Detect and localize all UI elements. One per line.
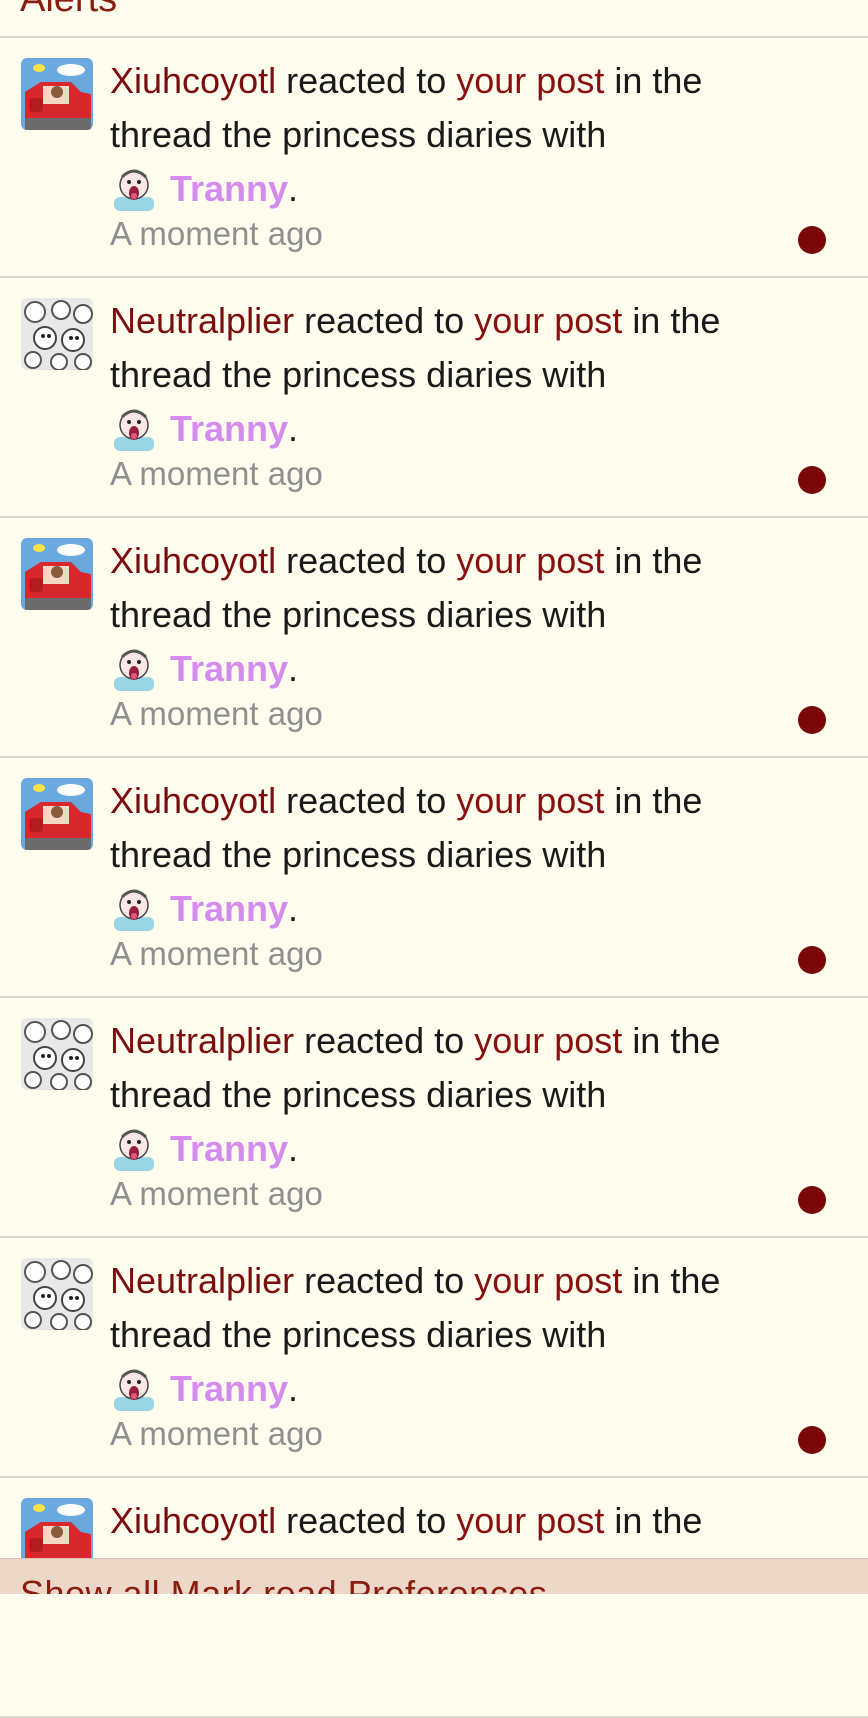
- reaction-label[interactable]: Tranny: [170, 882, 288, 936]
- reaction-line: Tranny.: [110, 1362, 810, 1416]
- alert-text: Xiuhcoyotl reacted to your post in the: [110, 1494, 810, 1548]
- post-link[interactable]: your post: [456, 60, 604, 101]
- alert-item[interactable]: Xiuhcoyotl reacted to your post in the th…: [0, 38, 868, 278]
- alert-item[interactable]: Neutralplier reacted to your post in the…: [0, 1238, 868, 1478]
- thread-text: thread the princess diaries with: [110, 354, 607, 395]
- alert-text: Neutralplier reacted to your post in the…: [110, 1014, 810, 1216]
- alert-text: Xiuhcoyotl reacted to your post in the th…: [110, 534, 810, 736]
- mid-text: in the: [614, 1500, 703, 1541]
- unread-indicator[interactable]: [798, 706, 826, 734]
- unread-indicator[interactable]: [798, 466, 826, 494]
- action-text: reacted to: [304, 1260, 465, 1301]
- action-text: reacted to: [286, 1500, 447, 1541]
- reaction-face-icon: [114, 169, 154, 211]
- avatar[interactable]: [21, 1018, 93, 1090]
- alert-list: Xiuhcoyotl reacted to your post in the th…: [0, 38, 868, 1718]
- post-link[interactable]: your post: [474, 300, 622, 341]
- username-link[interactable]: Neutralplier: [110, 1260, 294, 1301]
- post-link[interactable]: your post: [456, 540, 604, 581]
- mid-text: in the: [632, 300, 721, 341]
- reaction-line: Tranny.: [110, 642, 810, 696]
- thread-text: thread the princess diaries with: [110, 594, 607, 635]
- action-text: reacted to: [304, 1020, 465, 1061]
- thread-text: thread the princess diaries with: [110, 1314, 607, 1355]
- reaction-line: Tranny.: [110, 162, 810, 216]
- alerts-footer: Show all Mark read Preferences: [0, 1558, 868, 1594]
- mid-text: in the: [632, 1260, 721, 1301]
- timestamp: A moment ago: [110, 695, 323, 732]
- reaction-face-icon: [114, 889, 154, 931]
- mid-text: in the: [614, 780, 703, 821]
- post-link[interactable]: your post: [474, 1260, 622, 1301]
- avatar[interactable]: [21, 1258, 93, 1330]
- mid-text: in the: [614, 60, 703, 101]
- reaction-face-icon: [114, 1129, 154, 1171]
- post-link[interactable]: your post: [474, 1020, 622, 1061]
- thread-text: thread the princess diaries with: [110, 1074, 607, 1115]
- alert-text: Neutralplier reacted to your post in the…: [110, 1254, 810, 1456]
- timestamp: A moment ago: [110, 935, 323, 972]
- avatar[interactable]: [21, 298, 93, 370]
- thread-text: thread the princess diaries with: [110, 114, 607, 155]
- username-link[interactable]: Neutralplier: [110, 1020, 294, 1061]
- post-link[interactable]: your post: [456, 1500, 604, 1541]
- period: .: [288, 648, 299, 689]
- reaction-label[interactable]: Tranny: [170, 162, 288, 216]
- alert-text: Neutralplier reacted to your post in the…: [110, 294, 810, 496]
- period: .: [288, 1128, 299, 1169]
- unread-indicator[interactable]: [798, 226, 826, 254]
- timestamp: A moment ago: [110, 215, 323, 252]
- avatar[interactable]: [21, 538, 93, 610]
- username-link[interactable]: Neutralplier: [110, 300, 294, 341]
- reaction-line: Tranny.: [110, 882, 810, 936]
- action-text: reacted to: [286, 60, 447, 101]
- unread-indicator[interactable]: [798, 1426, 826, 1454]
- period: .: [288, 888, 299, 929]
- alert-item[interactable]: Xiuhcoyotl reacted to your post in the th…: [0, 758, 868, 998]
- username-link[interactable]: Xiuhcoyotl: [110, 1500, 276, 1541]
- post-link[interactable]: your post: [456, 780, 604, 821]
- unread-indicator[interactable]: [798, 1186, 826, 1214]
- alert-text: Xiuhcoyotl reacted to your post in the th…: [110, 774, 810, 976]
- unread-indicator[interactable]: [798, 946, 826, 974]
- reaction-label[interactable]: Tranny: [170, 402, 288, 456]
- alert-text: Xiuhcoyotl reacted to your post in the th…: [110, 54, 810, 256]
- reaction-line: Tranny.: [110, 402, 810, 456]
- reaction-label[interactable]: Tranny: [170, 1122, 288, 1176]
- alerts-header: Alerts: [0, 0, 868, 38]
- reaction-face-icon: [114, 649, 154, 691]
- period: .: [288, 168, 299, 209]
- timestamp: A moment ago: [110, 455, 323, 492]
- username-link[interactable]: Xiuhcoyotl: [110, 780, 276, 821]
- reaction-face-icon: [114, 1369, 154, 1411]
- alert-item[interactable]: Xiuhcoyotl reacted to your post in the: [0, 1478, 868, 1718]
- action-text: reacted to: [286, 780, 447, 821]
- alert-item[interactable]: Neutralplier reacted to your post in the…: [0, 278, 868, 518]
- mid-text: in the: [614, 540, 703, 581]
- alert-item[interactable]: Xiuhcoyotl reacted to your post in the th…: [0, 518, 868, 758]
- period: .: [288, 408, 299, 449]
- action-text: reacted to: [304, 300, 465, 341]
- period: .: [288, 1368, 299, 1409]
- thread-text: thread the princess diaries with: [110, 834, 607, 875]
- alert-item[interactable]: Neutralplier reacted to your post in the…: [0, 998, 868, 1238]
- action-text: reacted to: [286, 540, 447, 581]
- page-title: Alerts: [20, 0, 117, 18]
- avatar[interactable]: [21, 58, 93, 130]
- mid-text: in the: [632, 1020, 721, 1061]
- reaction-face-icon: [114, 409, 154, 451]
- timestamp: A moment ago: [110, 1415, 323, 1452]
- avatar[interactable]: [21, 778, 93, 850]
- reaction-label[interactable]: Tranny: [170, 642, 288, 696]
- footer-links[interactable]: Show all Mark read Preferences: [20, 1573, 547, 1594]
- timestamp: A moment ago: [110, 1175, 323, 1212]
- username-link[interactable]: Xiuhcoyotl: [110, 540, 276, 581]
- reaction-line: Tranny.: [110, 1122, 810, 1176]
- reaction-label[interactable]: Tranny: [170, 1362, 288, 1416]
- username-link[interactable]: Xiuhcoyotl: [110, 60, 276, 101]
